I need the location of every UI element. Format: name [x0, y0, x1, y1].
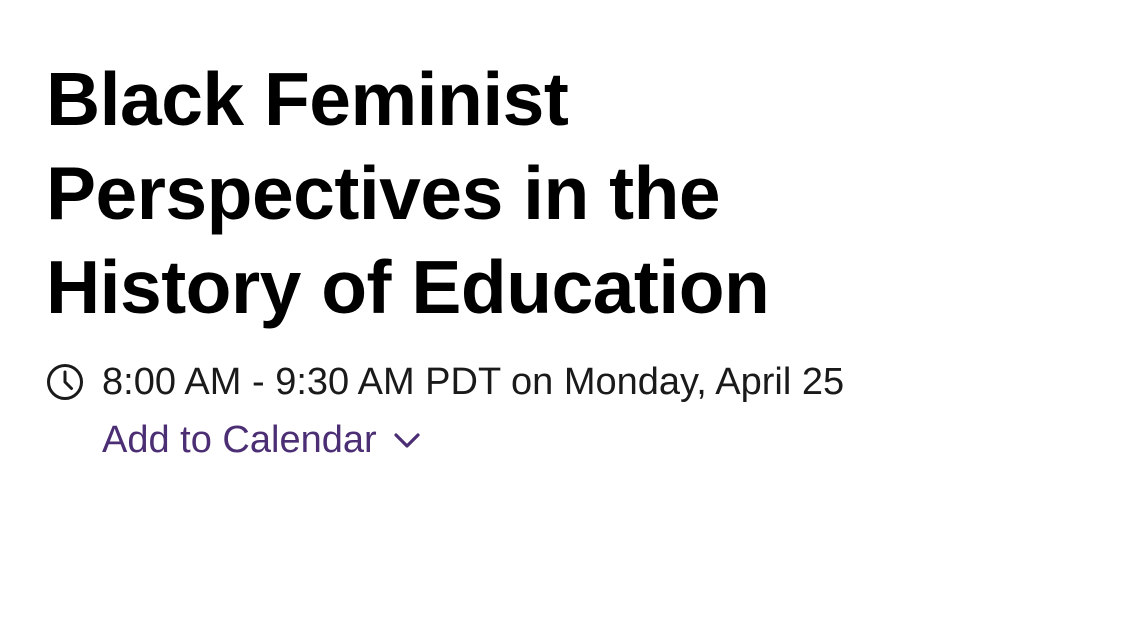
event-time-row: 8:00 AM - 9:30 AM PDT on Monday, April 2…	[46, 358, 844, 406]
event-header: Black Feminist Perspectives in the Histo…	[46, 52, 1086, 461]
event-time-text: 8:00 AM - 9:30 AM PDT on Monday, April 2…	[102, 361, 845, 403]
add-to-calendar-button[interactable]: Add to Calendar	[102, 416, 423, 464]
event-title: Black Feminist Perspectives in the Histo…	[46, 57, 770, 329]
clock-icon	[46, 363, 84, 401]
chevron-down-icon	[391, 424, 423, 456]
add-to-calendar-label: Add to Calendar	[102, 419, 377, 461]
